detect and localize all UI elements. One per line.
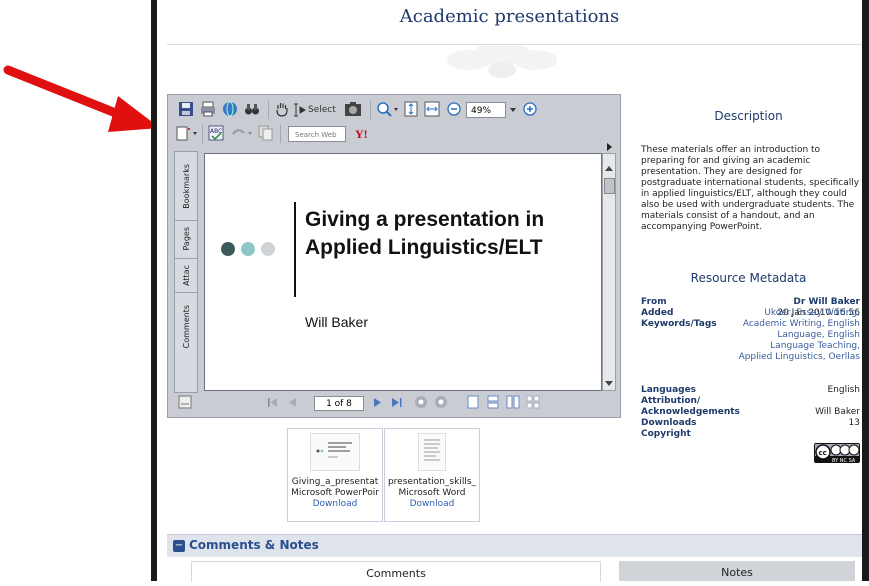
slide-dot [221,242,235,256]
facing-icon[interactable] [506,395,520,409]
previous-page-icon[interactable] [286,395,298,409]
slide-author: Will Baker [305,314,369,330]
attachment-type: Microsoft Word [398,488,466,498]
frame-border-right [862,0,869,581]
next-view-icon[interactable] [434,395,448,409]
tab-attachments[interactable]: Attac [175,258,197,293]
svg-text:BY NC SA: BY NC SA [832,458,856,463]
scroll-right-icon[interactable] [604,142,614,152]
page-content: Academic presentations Select 49% ABC Se… [157,0,862,582]
added-label: Added [641,308,674,318]
download-link[interactable]: Download [385,499,479,510]
downloads-value: 13 [848,418,860,428]
page-navigation-bar: 1 of 8 [174,395,614,413]
svg-text:Y!: Y! [355,127,368,141]
first-page-icon[interactable] [266,395,280,409]
single-page-icon[interactable] [466,395,480,409]
select-tool-button[interactable]: Select [294,101,336,119]
scroll-down-icon[interactable] [604,380,614,388]
languages-label: Languages [641,385,697,395]
pdf-viewer: Select 49% ABC Search Web Y! Bookmarks P… [167,94,621,418]
keywords-label: Keywords/Tags [641,319,717,329]
metadata-heading: Resource Metadata [690,271,807,285]
zoom-dropdown-icon[interactable] [508,101,518,117]
attachment-type: Microsoft PowerPoir [291,488,379,498]
description-heading: Description [714,109,783,123]
viewer-toolbar-primary: Select 49% [174,99,614,121]
zoom-out-icon[interactable] [446,101,462,117]
hand-tool-icon[interactable] [274,101,290,117]
spellcheck-icon[interactable]: ABC [208,125,224,141]
acknowledgements-value: Will Baker [815,407,860,417]
acknowledgements-label: Acknowledgements [641,407,740,417]
attachment-name: Giving_a_presentat [291,477,379,487]
email-icon[interactable] [222,101,238,117]
downloads-label: Downloads [641,418,697,428]
fit-page-icon[interactable] [404,101,418,117]
attachment-card[interactable]: presentation_skills_ Microsoft Word Down… [384,428,480,522]
comments-notes-title: Comments & Notes [189,538,319,552]
powerpoint-thumbnail [310,433,360,471]
copyright-label: Copyright [641,429,691,439]
continuous-icon[interactable] [486,395,500,409]
zoom-in-icon[interactable] [522,101,538,117]
copy-icon[interactable] [258,125,274,141]
red-arrow-annotation [3,65,160,132]
viewer-side-tabs: Bookmarks Pages Attac Comments [174,151,198,393]
page-layout-icon[interactable] [178,395,192,409]
attachment-card[interactable]: Giving_a_presentat Microsoft PowerPoir D… [287,428,383,522]
zoom-tool-icon[interactable] [376,101,398,117]
viewer-toolbar-secondary: ABC Search Web Y! [174,123,474,145]
slide-dot [241,242,255,256]
scroll-up-icon[interactable] [604,164,614,172]
page-title: Academic presentations [399,6,620,27]
select-tool-label: Select [308,105,336,115]
undo-icon[interactable] [230,125,254,141]
slide-dots [221,242,275,256]
next-page-icon[interactable] [372,395,384,409]
find-icon[interactable] [244,101,260,117]
tab-pages[interactable]: Pages [175,220,197,259]
from-value[interactable]: Dr Will Baker [793,297,860,308]
metadata-table: From Dr Will Baker Added 20 Jan 2010 16:56… [641,297,860,477]
tab-comments-panel[interactable]: Comments [191,561,601,582]
last-page-icon[interactable] [390,395,404,409]
print-icon[interactable] [200,101,216,117]
title-divider [167,44,862,45]
document-page: Giving a presentation in Applied Linguis… [204,153,602,391]
save-icon[interactable] [178,101,194,117]
creative-commons-license-icon[interactable]: cc BY NC SA [814,443,860,463]
from-label: From [641,297,667,307]
attribution-label: Attribution/ [641,396,701,406]
yahoo-logo-icon[interactable]: Y! [354,125,372,141]
download-link[interactable]: Download [288,499,382,510]
tab-notes-panel[interactable]: Notes [619,561,855,581]
svg-text:cc: cc [819,449,827,457]
comments-notes-bar[interactable]: − Comments & Notes [167,534,862,557]
zoom-level-input[interactable]: 49% [466,102,506,118]
collapse-icon[interactable]: − [173,540,185,552]
flower-watermark-icon [447,46,557,78]
slide-title-rule [294,202,296,297]
languages-value: English [827,385,861,395]
fit-width-icon[interactable] [424,101,440,117]
page-indicator[interactable]: 1 of 8 [314,396,364,411]
continuous-facing-icon[interactable] [526,395,540,409]
document-scrollbar[interactable] [602,143,616,391]
snapshot-icon[interactable] [344,101,362,117]
create-pdf-icon[interactable] [176,125,198,141]
slide-title: Giving a presentation in Applied Linguis… [305,208,545,259]
scrollbar-thumb[interactable] [604,178,615,194]
attachment-name: presentation_skills_ [387,477,477,487]
previous-view-icon[interactable] [414,395,428,409]
keywords-value[interactable]: Ukoer, Essay Writing, Academic Writing, … [735,308,860,363]
tab-comments[interactable]: Comments [175,292,197,362]
search-web-input[interactable]: Search Web [288,126,346,142]
description-text: These materials offer an introduction to… [641,145,860,232]
word-thumbnail [418,433,446,471]
slide-dot [261,242,275,256]
tab-bookmarks[interactable]: Bookmarks [175,152,197,221]
